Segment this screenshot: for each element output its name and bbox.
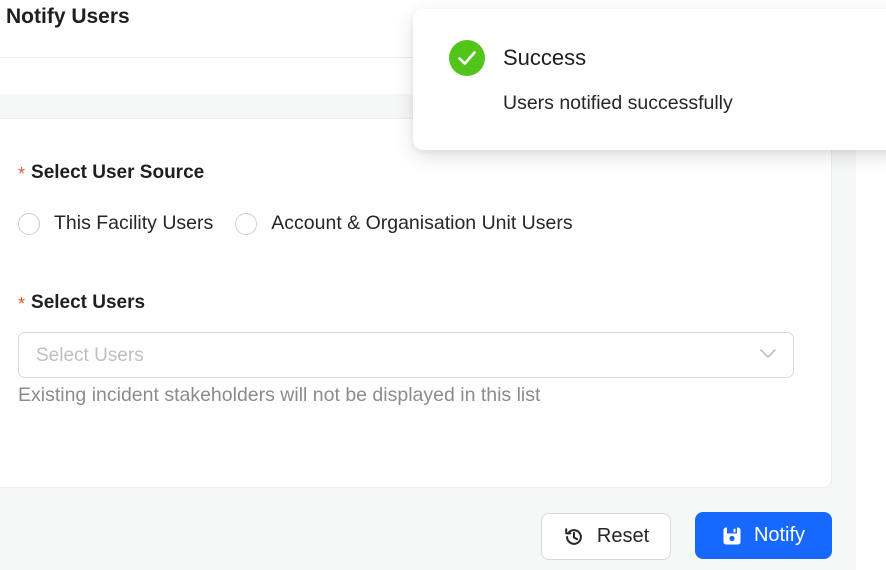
select-users-label: * Select Users xyxy=(18,292,145,314)
history-icon xyxy=(563,526,585,548)
notification-title: Success xyxy=(503,45,587,70)
radio-circle[interactable] xyxy=(18,212,40,235)
radio-this-facility-users[interactable]: This Facility Users xyxy=(18,212,213,235)
reset-button-label: Reset xyxy=(596,525,650,547)
select-users-help-text: Existing incident stakeholders will not … xyxy=(18,384,541,406)
check-circle-icon xyxy=(449,40,485,76)
notify-users-page: Notify Users * Select User Source This Fa… xyxy=(0,0,886,570)
reset-button[interactable]: Reset xyxy=(541,513,671,560)
required-asterisk: * xyxy=(18,164,26,184)
radio-circle[interactable] xyxy=(235,212,258,235)
required-asterisk: * xyxy=(18,294,26,314)
user-source-radio-group: This Facility Users Account & Organisati… xyxy=(18,212,595,235)
select-users-placeholder: Select Users xyxy=(36,345,144,366)
user-source-label: * Select User Source xyxy=(18,162,204,184)
user-source-label-text: Select User Source xyxy=(31,162,205,183)
notify-button-label: Notify xyxy=(753,524,806,546)
success-notification: Success Users notified successfully xyxy=(413,9,886,150)
notification-message: Users notified successfully xyxy=(503,92,733,114)
select-users-label-text: Select Users xyxy=(31,292,146,313)
radio-account-org-unit-users[interactable]: Account & Organisation Unit Users xyxy=(235,212,573,235)
select-users-dropdown[interactable]: Select Users xyxy=(18,332,794,378)
radio-label: Account & Organisation Unit Users xyxy=(271,212,573,234)
save-icon xyxy=(722,526,742,546)
radio-label: This Facility Users xyxy=(54,212,214,234)
chevron-down-icon xyxy=(760,349,776,358)
page-title: Notify Users xyxy=(6,5,130,28)
notify-button[interactable]: Notify xyxy=(695,512,832,559)
